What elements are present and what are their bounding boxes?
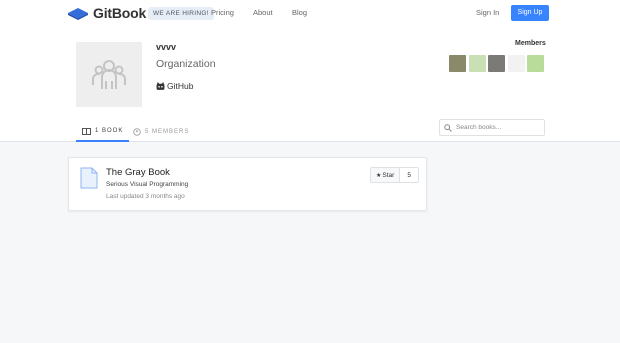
member-avatar-5[interactable]: [527, 55, 544, 72]
book-title[interactable]: The Gray Book: [106, 167, 170, 178]
hiring-badge[interactable]: WE ARE HIRING!: [148, 7, 214, 20]
org-name: vvvv: [156, 42, 177, 52]
sign-in-link[interactable]: Sign In: [476, 8, 499, 17]
members-list: [449, 55, 547, 72]
nav-link-blog[interactable]: Blog: [292, 8, 307, 17]
star-icon: ★: [376, 172, 382, 179]
tab-books[interactable]: 1 BOOK: [76, 122, 130, 142]
tab-members[interactable]: 5 MEMBERS: [133, 122, 189, 142]
logo-text: GitBook: [93, 5, 147, 21]
member-avatar-2[interactable]: [468, 55, 486, 72]
book-description: Serious Visual Programming: [106, 181, 189, 188]
github-label: GitHub: [167, 81, 194, 91]
tab-members-label: 5 MEMBERS: [145, 129, 190, 135]
book-card[interactable]: The Gray Book Serious Visual Programming…: [68, 157, 427, 211]
org-header: vvvv Organization GitHub Members 1 BOOK …: [0, 27, 620, 142]
member-avatar-4[interactable]: [507, 55, 525, 72]
search-books-input[interactable]: Search books...: [439, 119, 545, 136]
document-icon: [80, 167, 98, 189]
gitbook-logo-icon: [68, 8, 88, 20]
github-icon: [156, 81, 165, 90]
search-placeholder: Search books...: [456, 124, 502, 131]
star-group: ★ Star 5: [370, 167, 419, 183]
org-type: Organization: [156, 58, 216, 70]
star-label: Star: [382, 171, 395, 179]
star-count: 5: [407, 171, 411, 179]
book-tab-icon: [82, 127, 91, 135]
star-button[interactable]: ★ Star: [371, 168, 401, 182]
nav-link-about[interactable]: About: [253, 8, 273, 17]
member-avatar-1[interactable]: [449, 55, 466, 72]
search-icon: [444, 123, 452, 132]
gitbook-logo[interactable]: GitBook: [67, 5, 146, 21]
group-icon: [92, 59, 126, 89]
members-title: Members: [515, 40, 546, 47]
github-link[interactable]: GitHub: [156, 81, 193, 91]
sign-up-button[interactable]: Sign Up: [511, 5, 549, 21]
member-avatar-3[interactable]: [488, 55, 505, 72]
top-navbar: GitBook WE ARE HIRING! Pricing About Blo…: [0, 0, 620, 27]
org-avatar: [76, 42, 142, 107]
members-tab-icon: [133, 128, 141, 136]
nav-link-pricing[interactable]: Pricing: [211, 8, 234, 17]
book-updated: Last updated 3 months ago: [106, 193, 185, 200]
tab-books-label: 1 BOOK: [95, 128, 124, 134]
